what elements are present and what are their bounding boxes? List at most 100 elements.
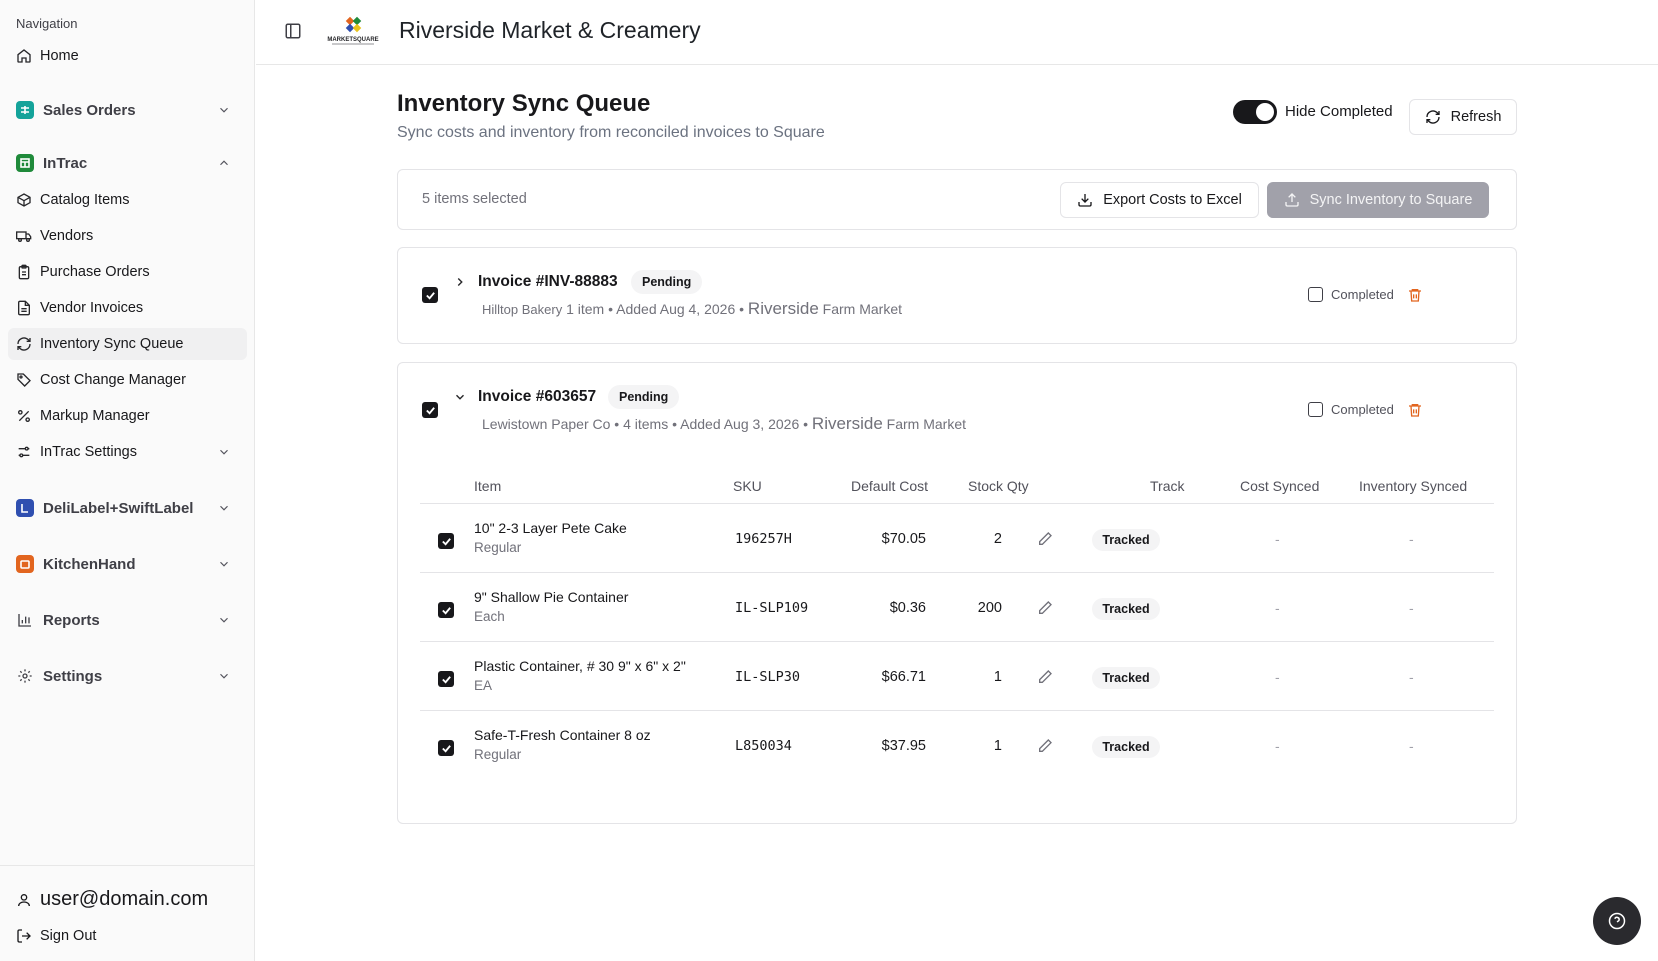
sidebar-group-reports[interactable]: Reports xyxy=(8,603,247,637)
chevron-down-icon[interactable] xyxy=(453,390,467,404)
sign-out-button[interactable]: Sign Out xyxy=(16,928,96,944)
completed-checkbox[interactable]: Completed xyxy=(1308,402,1394,417)
kitchenhand-icon xyxy=(16,555,34,573)
sidebar-item-intrac-settings[interactable]: InTrac Settings xyxy=(8,436,247,468)
sidebar-footer: user@domain.com Sign Out xyxy=(0,865,255,961)
sidebar-group-settings[interactable]: Settings xyxy=(8,659,247,693)
edit-pencil-icon[interactable] xyxy=(1037,669,1053,685)
sidebar-group-sales-orders[interactable]: Sales Orders xyxy=(8,93,247,127)
sidebar-group-kitchenhand[interactable]: KitchenHand xyxy=(8,547,247,581)
item-cost: $0.36 xyxy=(889,600,926,616)
sidebar-group-intrac[interactable]: InTrac xyxy=(8,146,247,180)
edit-pencil-icon[interactable] xyxy=(1037,531,1053,547)
row-checkbox[interactable] xyxy=(438,671,454,687)
row-checkbox[interactable] xyxy=(438,602,454,618)
sidebar-group-label: Reports xyxy=(43,611,100,629)
sidebar-group-label: DeliLabel+SwiftLabel xyxy=(43,499,194,517)
sidebar-item-vendor-invoices[interactable]: Vendor Invoices xyxy=(8,292,247,324)
column-header-sku: SKU xyxy=(733,478,762,494)
item-name: 10" 2-3 Layer Pete Cake xyxy=(474,520,627,536)
sales-orders-icon xyxy=(16,101,34,119)
item-qty: 200 xyxy=(977,600,1002,616)
cost-synced-value: - xyxy=(1275,738,1280,754)
column-header-item: Item xyxy=(474,478,502,494)
invoice-details: 1 item • Added Aug 4, 2026 • xyxy=(566,301,745,317)
completed-label: Completed xyxy=(1331,287,1394,302)
nav-heading: Navigation xyxy=(16,16,78,31)
invoice-title: Invoice #INV-88883 xyxy=(478,273,618,290)
sidebar-item-purchase-orders[interactable]: Purchase Orders xyxy=(8,256,247,288)
sidebar-item-vendors[interactable]: Vendors xyxy=(8,220,247,252)
invoice-location-a: Riverside xyxy=(747,299,819,318)
row-checkbox[interactable] xyxy=(438,740,454,756)
main-content: Inventory Sync Queue Sync costs and inve… xyxy=(256,66,1658,961)
completed-box[interactable] xyxy=(1308,287,1323,302)
item-cost: $70.05 xyxy=(881,531,926,547)
sidebar-group-label: KitchenHand xyxy=(43,555,136,573)
sync-inventory-button[interactable]: Sync Inventory to Square xyxy=(1267,182,1489,218)
help-icon xyxy=(1608,912,1626,930)
column-header-default-cost: Default Cost xyxy=(851,478,929,494)
sidebar-item-catalog-items[interactable]: Catalog Items xyxy=(8,184,247,216)
inventory-synced-value: - xyxy=(1409,669,1414,685)
row-checkbox[interactable] xyxy=(438,533,454,549)
invoice-checkbox[interactable] xyxy=(422,402,438,418)
invoice-location-b: Farm Market xyxy=(886,416,967,432)
trash-icon[interactable] xyxy=(1407,287,1423,303)
item-unit: Regular xyxy=(474,540,522,555)
item-cost: $66.71 xyxy=(881,669,926,685)
user-account[interactable]: user@domain.com xyxy=(16,888,208,911)
sidebar-item-label: Markup Manager xyxy=(40,408,150,424)
trash-icon[interactable] xyxy=(1407,402,1423,418)
item-name: 9" Shallow Pie Container xyxy=(474,589,629,605)
home-icon xyxy=(16,48,32,64)
row-divider xyxy=(420,641,1494,642)
row-divider xyxy=(420,710,1494,711)
sliders-icon xyxy=(16,444,32,460)
app-title: Riverside Market & Creamery xyxy=(399,17,701,43)
export-label: Export Costs to Excel xyxy=(1103,192,1242,208)
box-icon xyxy=(16,192,32,208)
sidebar-item-label: Vendor Invoices xyxy=(40,300,144,316)
cost-synced-value: - xyxy=(1275,669,1280,685)
hide-completed-toggle[interactable] xyxy=(1233,100,1277,124)
user-email: user@domain.com xyxy=(40,888,209,910)
invoice-title: Invoice #603657 xyxy=(478,388,597,405)
completed-checkbox[interactable]: Completed xyxy=(1308,287,1394,302)
invoice-checkbox[interactable] xyxy=(422,287,438,303)
edit-pencil-icon[interactable] xyxy=(1037,738,1053,754)
invoice-meta: Lewistown Paper Co • 4 items • Added Aug… xyxy=(482,414,966,434)
refresh-button[interactable]: Refresh xyxy=(1409,99,1517,135)
sidebar-group-label: Settings xyxy=(43,667,103,685)
sidebar-item-cost-change-manager[interactable]: Cost Change Manager xyxy=(8,364,247,396)
sidebar-item-label: Cost Change Manager xyxy=(40,372,186,388)
sidebar-item-home[interactable]: Home xyxy=(8,40,247,72)
completed-label: Completed xyxy=(1331,402,1394,417)
status-badge: Pending xyxy=(608,385,680,409)
completed-box[interactable] xyxy=(1308,402,1323,417)
item-sku: IL-SLP30 xyxy=(735,669,801,685)
help-button[interactable] xyxy=(1593,897,1641,945)
percent-icon xyxy=(16,408,32,424)
cost-synced-value: - xyxy=(1275,600,1280,616)
edit-pencil-icon[interactable] xyxy=(1037,600,1053,616)
sidebar-item-inventory-sync-queue[interactable]: Inventory Sync Queue xyxy=(8,328,247,360)
hide-completed-label: Hide Completed xyxy=(1285,103,1393,120)
sidebar-toggle-icon[interactable] xyxy=(284,22,304,42)
item-name: Plastic Container, # 30 9" x 6" x 2" xyxy=(474,658,686,674)
intrac-icon xyxy=(16,154,34,172)
sidebar-item-label: InTrac Settings xyxy=(40,444,137,460)
sidebar-item-markup-manager[interactable]: Markup Manager xyxy=(8,400,247,432)
column-header-track: Track xyxy=(1150,478,1185,494)
chevron-up-icon xyxy=(217,156,231,170)
item-qty: 1 xyxy=(993,669,1002,685)
cost-synced-value: - xyxy=(1275,531,1280,547)
chevron-down-icon xyxy=(217,445,231,459)
export-costs-button[interactable]: Export Costs to Excel xyxy=(1060,182,1259,218)
sidebar-group-delilabel[interactable]: DeliLabel+SwiftLabel xyxy=(8,491,247,525)
invoice-card: Invoice #603657 Pending Lewistown Paper … xyxy=(397,362,1517,824)
page-title: Inventory Sync Queue xyxy=(397,90,651,117)
chevron-right-icon[interactable] xyxy=(453,275,467,289)
toggle-knob xyxy=(1256,103,1274,121)
invoice-card: Invoice #INV-88883 Pending Hilltop Baker… xyxy=(397,247,1517,344)
